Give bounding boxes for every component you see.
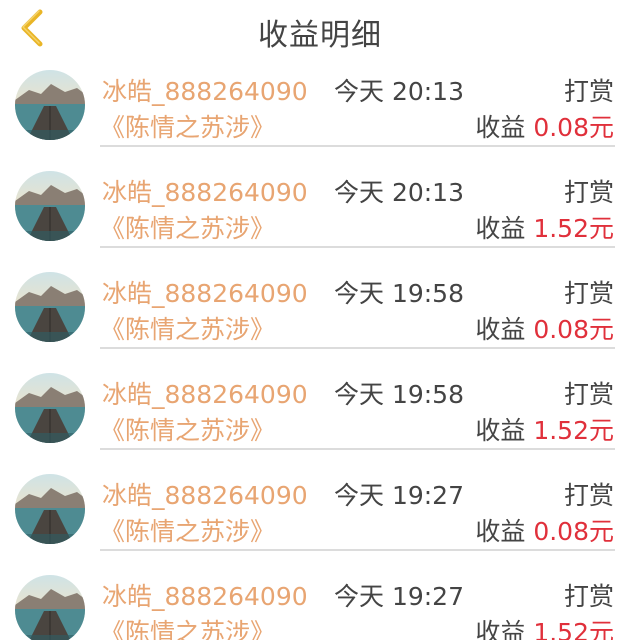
book-title-link[interactable]: 《陈情之苏涉》: [100, 512, 275, 548]
divider: [100, 145, 615, 147]
avatar-pier-image: [15, 272, 85, 342]
list-item[interactable]: 冰皓_888264090 今天 20:13 打赏 《陈情之苏涉》 收益 0.08…: [0, 64, 640, 165]
divider: [100, 347, 615, 349]
divider: [100, 448, 615, 450]
record-type: 打赏: [563, 77, 614, 106]
earning-info: 收益 1.52元: [475, 411, 614, 447]
avatar-pier-image: [15, 474, 85, 544]
timestamp: 今天 19:58: [334, 380, 464, 409]
earning-label: 收益: [475, 416, 526, 445]
book-title-link[interactable]: 《陈情之苏涉》: [100, 209, 275, 245]
book-title-link[interactable]: 《陈情之苏涉》: [100, 411, 275, 447]
record-type: 打赏: [563, 178, 614, 207]
earning-info: 收益 0.08元: [475, 108, 614, 144]
username-link[interactable]: 冰皓_888264090: [102, 173, 308, 209]
earning-label: 收益: [475, 113, 526, 142]
timestamp: 今天 19:58: [334, 279, 464, 308]
header-bar: 收益明细: [0, 0, 640, 64]
earning-info: 收益 1.52元: [475, 209, 614, 245]
earning-info: 收益 1.52元: [475, 613, 614, 640]
avatar-pier-image: [15, 70, 85, 140]
username-link[interactable]: 冰皓_888264090: [102, 476, 308, 512]
timestamp: 今天 20:13: [334, 77, 464, 106]
avatar[interactable]: [15, 272, 85, 342]
earning-amount: 0.08元: [533, 113, 614, 142]
list-item[interactable]: 冰皓_888264090 今天 20:13 打赏 《陈情之苏涉》 收益 1.52…: [0, 165, 640, 266]
list-item[interactable]: 冰皓_888264090 今天 19:27 打赏 《陈情之苏涉》 收益 0.08…: [0, 468, 640, 569]
avatar[interactable]: [15, 373, 85, 443]
timestamp: 今天 19:27: [334, 481, 464, 510]
record-type: 打赏: [563, 481, 614, 510]
avatar-pier-image: [15, 373, 85, 443]
list-item[interactable]: 冰皓_888264090 今天 19:58 打赏 《陈情之苏涉》 收益 1.52…: [0, 367, 640, 468]
record-type: 打赏: [563, 279, 614, 308]
earning-amount: 1.52元: [533, 214, 614, 243]
username-link[interactable]: 冰皓_888264090: [102, 72, 308, 108]
avatar-pier-image: [15, 575, 85, 640]
avatar[interactable]: [15, 575, 85, 640]
list-item[interactable]: 冰皓_888264090 今天 19:27 打赏 《陈情之苏涉》 收益 1.52…: [0, 569, 640, 640]
avatar-pier-image: [15, 171, 85, 241]
earning-amount: 1.52元: [533, 416, 614, 445]
record-type: 打赏: [563, 582, 614, 611]
divider: [100, 549, 615, 551]
timestamp: 今天 20:13: [334, 178, 464, 207]
earning-amount: 0.08元: [533, 315, 614, 344]
username-link[interactable]: 冰皓_888264090: [102, 577, 308, 613]
list-item[interactable]: 冰皓_888264090 今天 19:58 打赏 《陈情之苏涉》 收益 0.08…: [0, 266, 640, 367]
username-link[interactable]: 冰皓_888264090: [102, 375, 308, 411]
earnings-detail-page: 收益明细 冰皓_888264090 今天 20:13 打赏 《陈情之苏涉》 收益…: [0, 0, 640, 640]
username-link[interactable]: 冰皓_888264090: [102, 274, 308, 310]
earning-info: 收益 0.08元: [475, 310, 614, 346]
divider: [100, 246, 615, 248]
avatar[interactable]: [15, 70, 85, 140]
earning-amount: 0.08元: [533, 517, 614, 546]
earning-label: 收益: [475, 618, 526, 640]
avatar[interactable]: [15, 474, 85, 544]
earning-amount: 1.52元: [533, 618, 614, 640]
record-type: 打赏: [563, 380, 614, 409]
book-title-link[interactable]: 《陈情之苏涉》: [100, 108, 275, 144]
book-title-link[interactable]: 《陈情之苏涉》: [100, 613, 275, 640]
earning-label: 收益: [475, 517, 526, 546]
earning-label: 收益: [475, 315, 526, 344]
earning-info: 收益 0.08元: [475, 512, 614, 548]
earnings-list: 冰皓_888264090 今天 20:13 打赏 《陈情之苏涉》 收益 0.08…: [0, 64, 640, 640]
earning-label: 收益: [475, 214, 526, 243]
timestamp: 今天 19:27: [334, 582, 464, 611]
page-title: 收益明细: [258, 18, 382, 53]
avatar[interactable]: [15, 171, 85, 241]
book-title-link[interactable]: 《陈情之苏涉》: [100, 310, 275, 346]
